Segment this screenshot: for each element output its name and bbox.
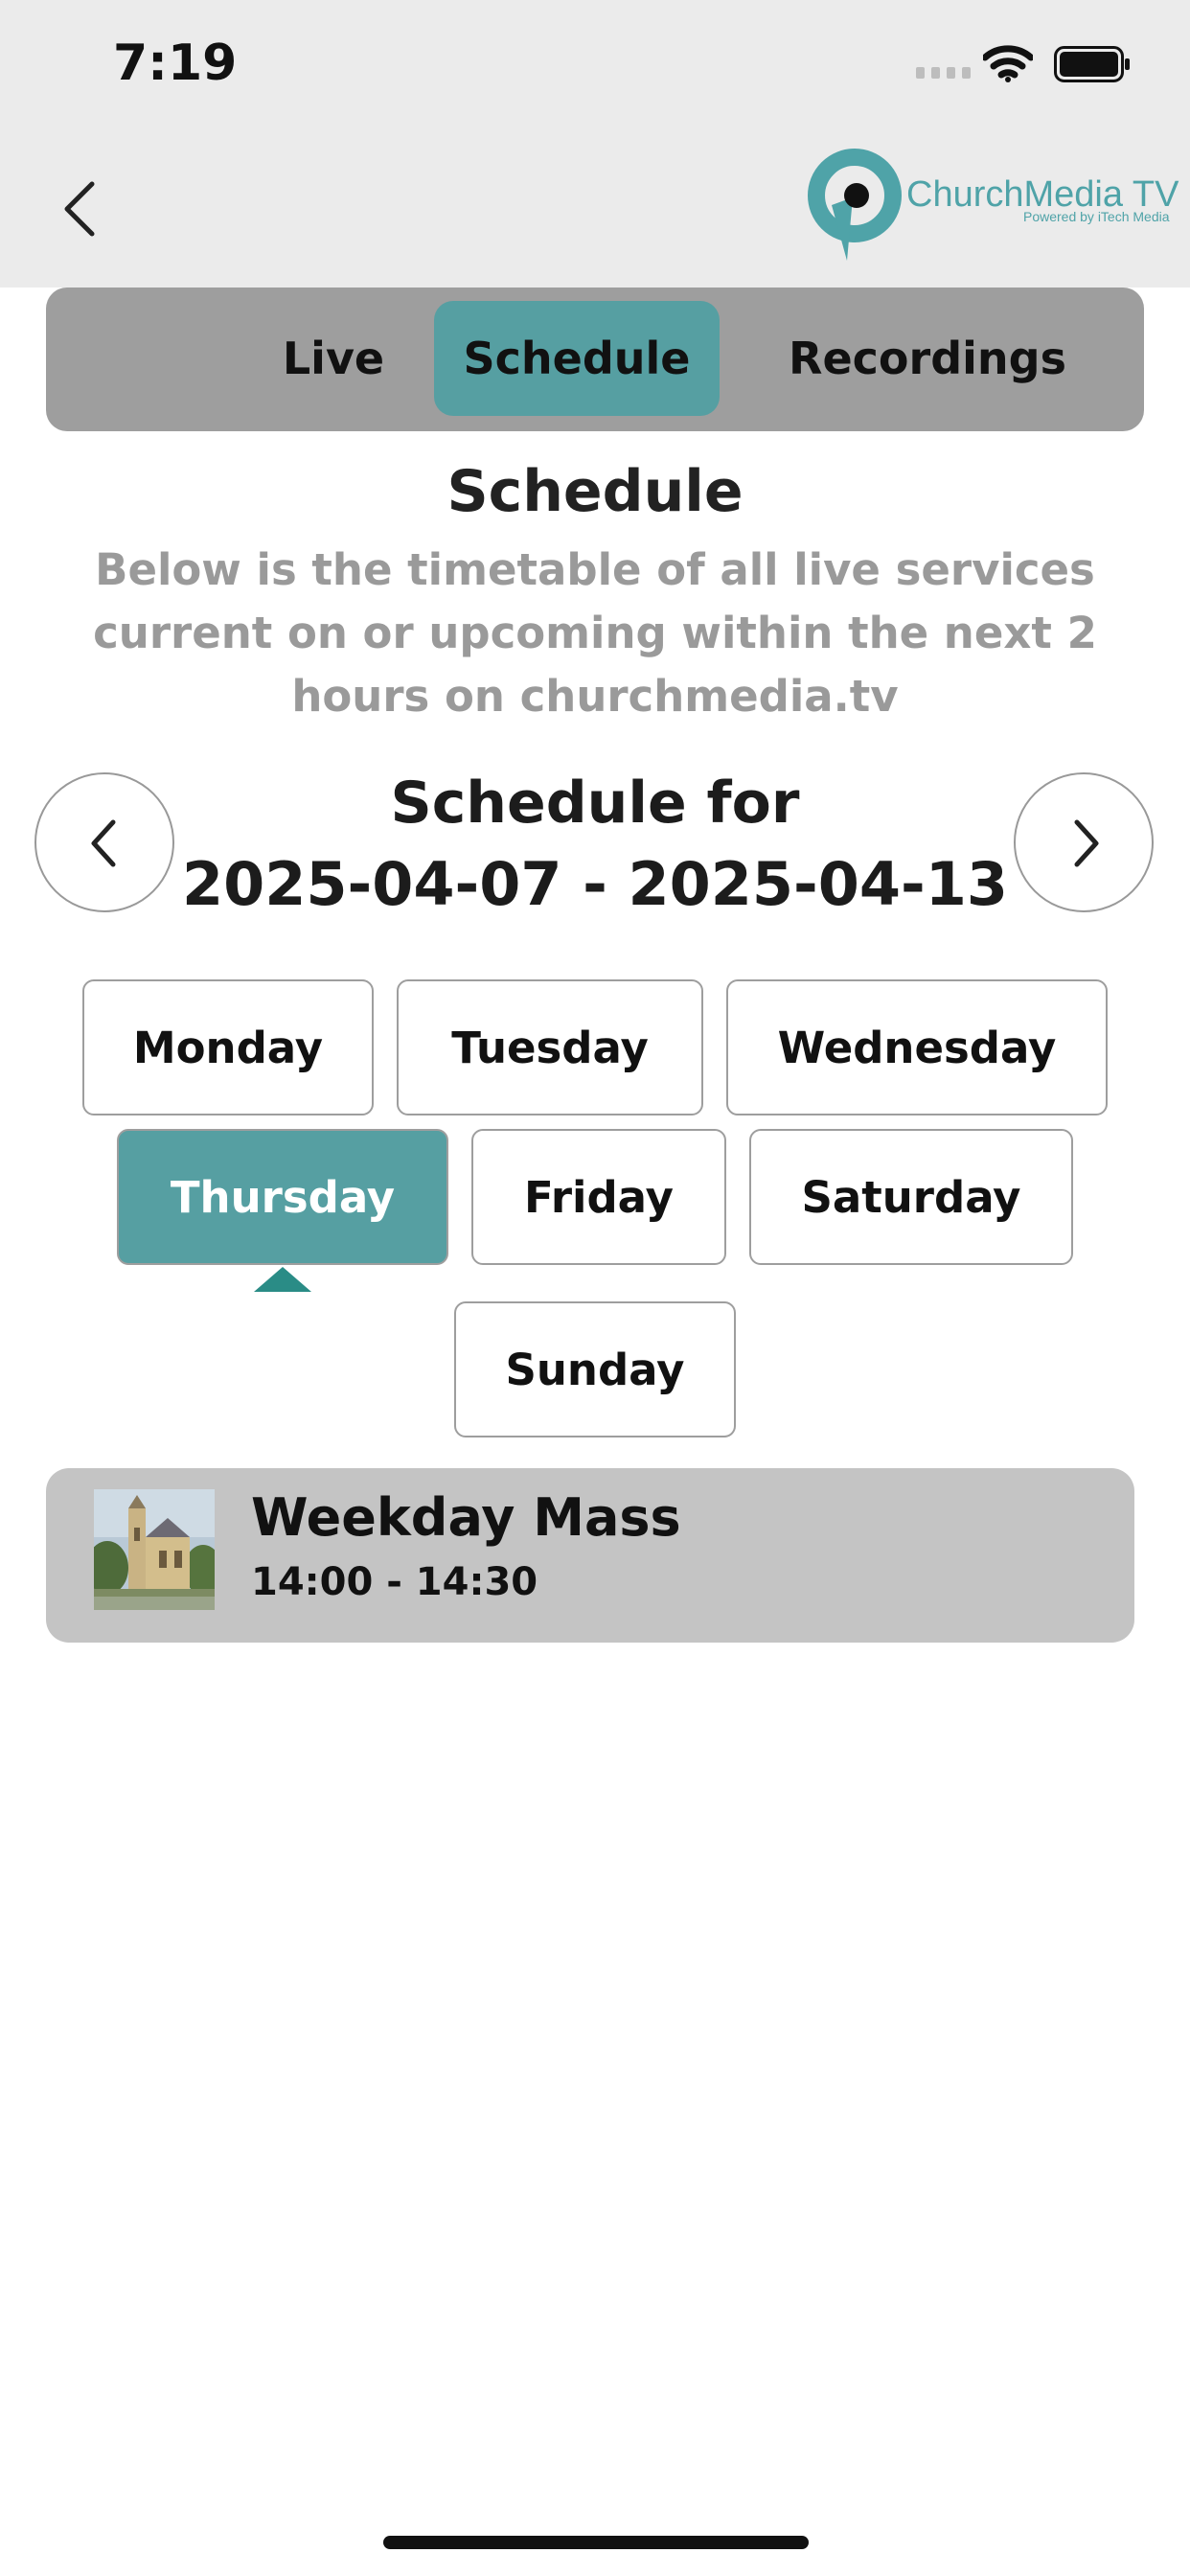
schedule-week-heading: Schedule for 2025-04-07 - 2025-04-13 <box>163 767 1027 930</box>
battery-icon <box>1054 46 1130 82</box>
day-wednesday[interactable]: Wednesday <box>726 979 1108 1116</box>
church-thumbnail <box>94 1489 215 1610</box>
logo-subtext: Powered by iTech Media <box>1023 209 1170 224</box>
tab-live[interactable]: Live <box>199 301 468 416</box>
status-time: 7:19 <box>113 34 238 92</box>
chevron-left-icon <box>64 181 95 237</box>
selected-day-indicator <box>254 1267 311 1292</box>
chevron-right-icon <box>1074 819 1099 867</box>
event-card[interactable]: Weekday Mass 14:00 - 14:30 <box>46 1468 1134 1643</box>
cellular-signal-icon <box>916 67 971 79</box>
page-title: Schedule <box>446 458 744 525</box>
event-title: Weekday Mass <box>251 1487 681 1548</box>
chevron-left-icon <box>91 819 116 867</box>
day-saturday[interactable]: Saturday <box>749 1129 1073 1265</box>
tab-bar: Live Schedule Recordings <box>46 288 1144 431</box>
next-week-button[interactable] <box>1014 772 1154 912</box>
previous-week-button[interactable] <box>34 772 174 912</box>
day-friday[interactable]: Friday <box>471 1129 726 1265</box>
home-indicator <box>383 2536 809 2549</box>
logo-mark-icon <box>808 149 902 261</box>
date-range: 2025-04-07 - 2025-04-13 <box>181 849 1009 919</box>
wifi-icon <box>983 45 1033 82</box>
tab-recordings[interactable]: Recordings <box>736 301 1119 416</box>
day-sunday[interactable]: Sunday <box>454 1301 736 1438</box>
day-monday[interactable]: Monday <box>82 979 374 1116</box>
event-time: 14:00 - 14:30 <box>251 1560 538 1604</box>
tab-schedule[interactable]: Schedule <box>434 301 720 416</box>
day-tuesday[interactable]: Tuesday <box>397 979 703 1116</box>
churchmedia-logo: ChurchMedia TV Powered by iTech Media <box>807 146 1179 266</box>
schedule-for-label: Schedule for <box>390 770 800 837</box>
schedule-description: Below is the timetable of all live servi… <box>93 544 1097 722</box>
day-thursday[interactable]: Thursday <box>117 1129 448 1265</box>
status-bar: 7:19 <box>0 0 1190 144</box>
back-button[interactable] <box>57 171 105 247</box>
